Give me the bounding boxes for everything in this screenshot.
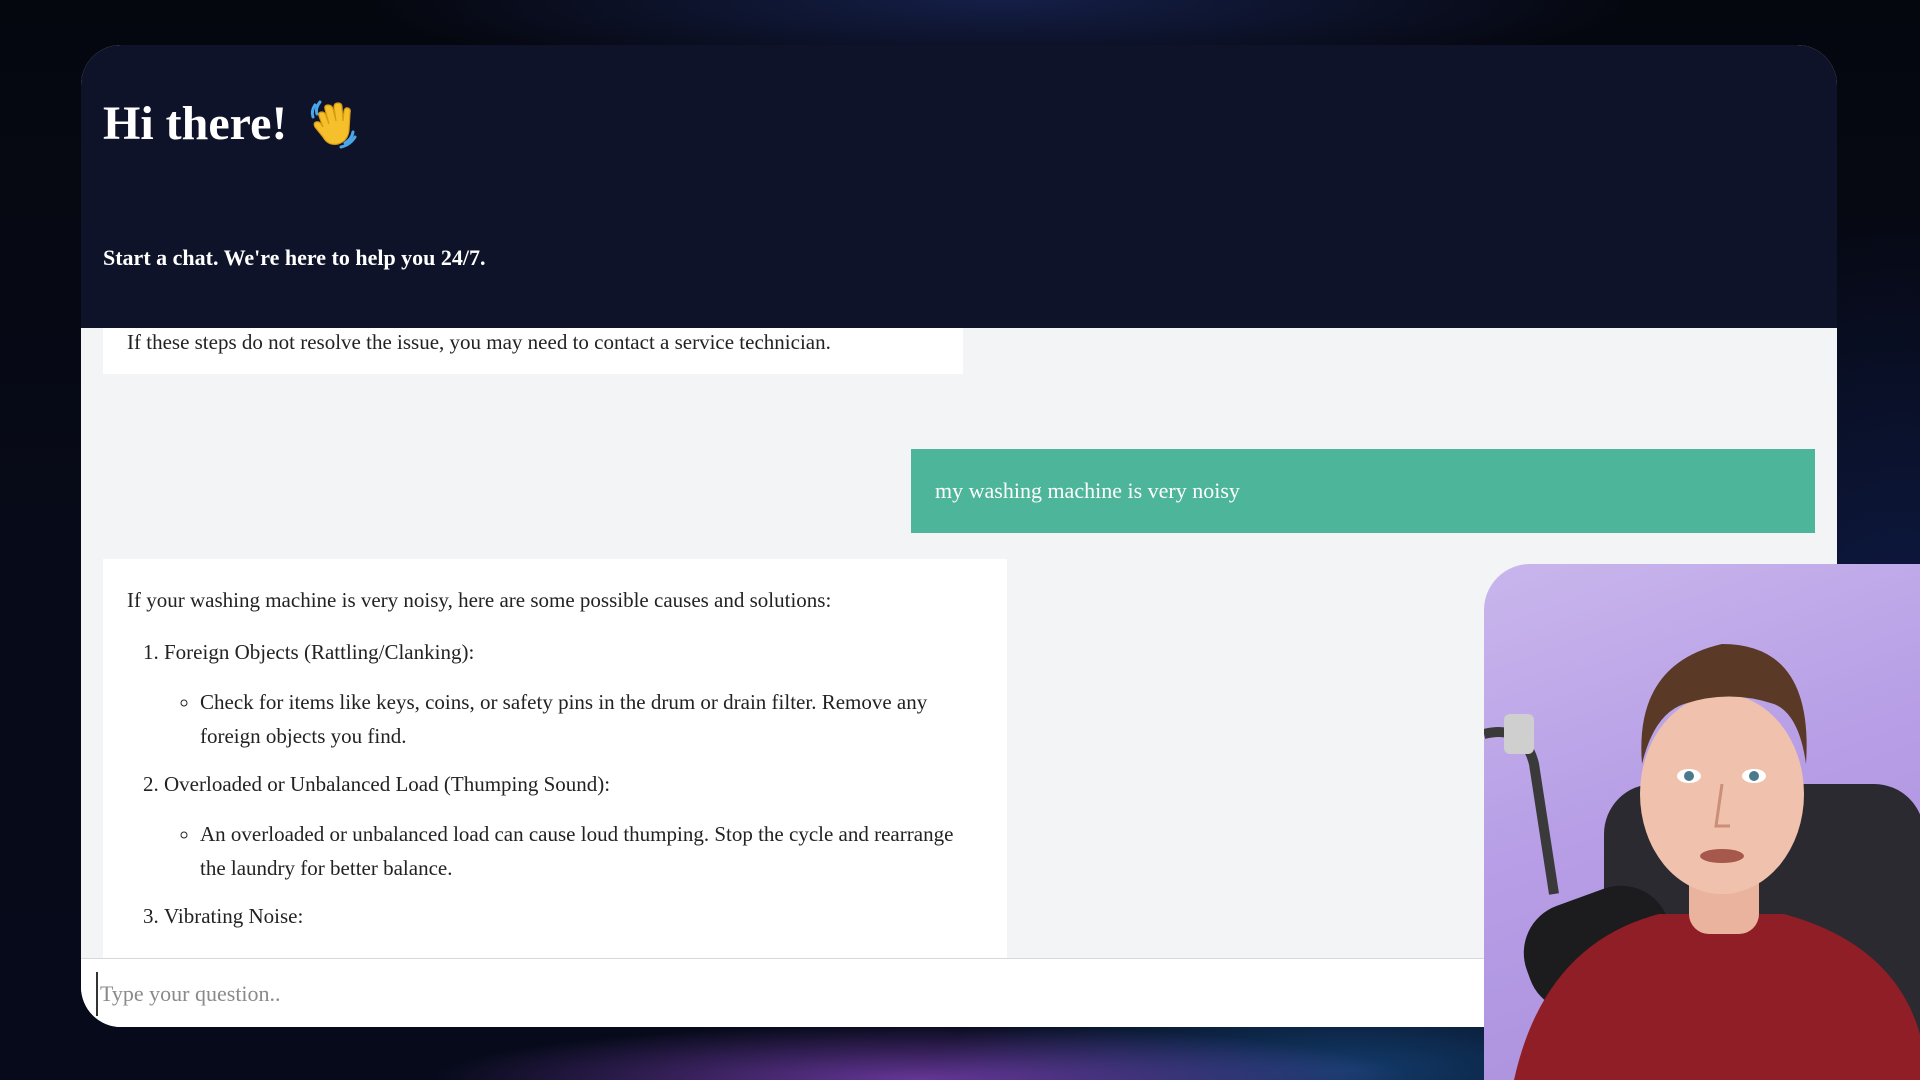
cause-detail: An overloaded or unbalanced load can cau… [200, 817, 983, 885]
header-title: Hi there! [103, 97, 359, 151]
chat-header: Hi there! Start a chat. We're here to he… [81, 45, 1837, 328]
cause-item: Overloaded or Unbalanced Load (Thumping … [164, 767, 983, 885]
bot-message-text: If these steps do not resolve the issue,… [127, 330, 831, 354]
waving-hand-icon [311, 100, 357, 149]
user-message: my washing machine is very noisy [911, 449, 1815, 533]
question-input[interactable] [96, 972, 1402, 1016]
header-title-text: Hi there! [103, 97, 288, 150]
user-message-text: my washing machine is very noisy [935, 478, 1240, 503]
cause-details: An overloaded or unbalanced load can cau… [164, 817, 983, 885]
cause-heading: Overloaded or Unbalanced Load (Thumping … [164, 772, 611, 796]
cause-details: Check for items like keys, coins, or saf… [164, 685, 983, 753]
header-subtitle: Start a chat. We're here to help you 24/… [103, 245, 486, 270]
cause-item: Foreign Objects (Rattling/Clanking): Che… [164, 635, 983, 753]
bot-reply-intro: If your washing machine is very noisy, h… [127, 588, 832, 612]
cause-item: Vibrating Noise: [164, 899, 983, 933]
cause-heading: Foreign Objects (Rattling/Clanking): [164, 640, 475, 664]
causes-list: Foreign Objects (Rattling/Clanking): Che… [127, 635, 983, 933]
bot-message-previous: If these steps do not resolve the issue,… [103, 328, 963, 374]
presenter-video [1484, 644, 1920, 1080]
webcam-overlay [1484, 564, 1920, 1080]
bot-message: If your washing machine is very noisy, h… [103, 559, 1007, 958]
cause-heading: Vibrating Noise: [164, 904, 304, 928]
cause-detail: Check for items like keys, coins, or saf… [200, 685, 983, 753]
